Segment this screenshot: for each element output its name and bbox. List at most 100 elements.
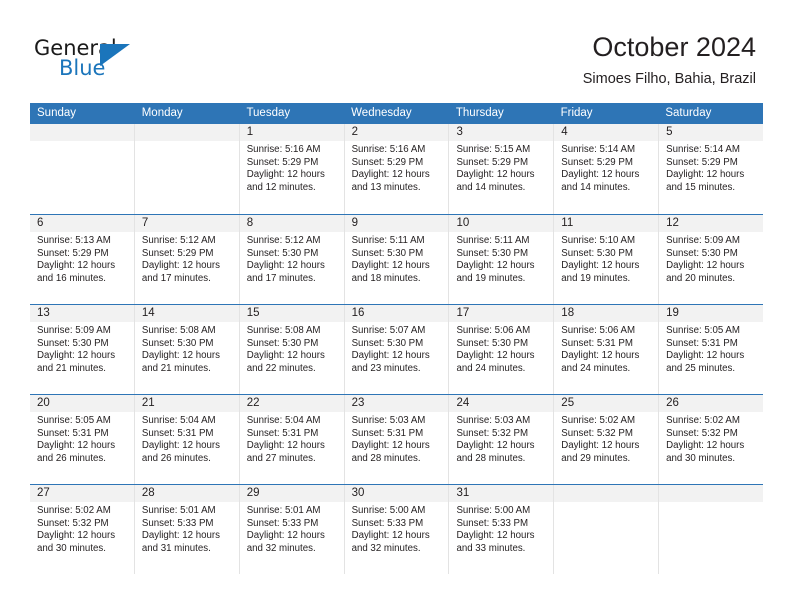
day-number: 1 [239, 124, 344, 141]
calendar-week-row: 20 Sunrise: 5:05 AM Sunset: 5:31 PM Dayligh… [30, 394, 764, 484]
page-header: General Blue October 2024 Simoes Filho, … [0, 0, 792, 100]
calendar-day-cell[interactable]: 30 Sunrise: 5:00 AM Sunset: 5:33 PM Dayligh… [344, 485, 450, 574]
calendar-day-cell-empty [659, 485, 764, 574]
sunset-text: Sunset: 5:31 PM [37, 427, 109, 439]
day-sun-info: Sunrise: 5:08 AM Sunset: 5:30 PM Daylight:… [240, 322, 344, 375]
day-number: 26 [659, 395, 764, 412]
sunset-text: Sunset: 5:32 PM [37, 517, 109, 529]
calendar-day-cell-empty [134, 124, 240, 214]
day-sun-info: Sunrise: 5:03 AM Sunset: 5:31 PM Daylight:… [345, 412, 449, 465]
calendar-day-cell[interactable]: 29 Sunrise: 5:01 AM Sunset: 5:33 PM Dayligh… [239, 485, 345, 574]
weekday-header-row: Sunday Monday Tuesday Wednesday Thursday… [30, 103, 763, 124]
sunrise-text: Sunrise: 5:10 AM [561, 235, 636, 246]
calendar-day-cell[interactable]: 25 Sunrise: 5:02 AM Sunset: 5:32 PM Dayligh… [554, 395, 660, 484]
calendar-day-cell[interactable]: 23 Sunrise: 5:03 AM Sunset: 5:31 PM Dayligh… [344, 395, 450, 484]
calendar-day-cell[interactable]: 12 Sunrise: 5:09 AM Sunset: 5:30 PM Dayligh… [659, 215, 764, 304]
daylight-text: Daylight: 12 hours and 21 minutes. [37, 350, 116, 374]
daylight-text: Daylight: 12 hours and 20 minutes. [666, 260, 745, 284]
daylight-text: Daylight: 12 hours and 32 minutes. [351, 530, 430, 554]
calendar-day-cell[interactable]: 24 Sunrise: 5:03 AM Sunset: 5:32 PM Dayligh… [449, 395, 555, 484]
day-number: 18 [554, 305, 659, 322]
day-sun-info: Sunrise: 5:12 AM Sunset: 5:29 PM Daylight:… [135, 232, 239, 285]
day-number: 19 [659, 305, 764, 322]
day-number: 20 [30, 395, 134, 412]
day-number: 3 [449, 124, 554, 141]
calendar-day-cell[interactable]: 19 Sunrise: 5:05 AM Sunset: 5:31 PM Dayligh… [659, 305, 764, 394]
sunset-text: Sunset: 5:29 PM [141, 247, 214, 259]
calendar-day-cell[interactable]: 20 Sunrise: 5:05 AM Sunset: 5:31 PM Dayligh… [30, 395, 135, 484]
calendar-day-cell[interactable]: 5 Sunrise: 5:14 AM Sunset: 5:29 PM Daylight… [659, 124, 764, 214]
sunset-text: Sunset: 5:31 PM [561, 337, 633, 349]
calendar-day-cell[interactable]: 22 Sunrise: 5:04 AM Sunset: 5:31 PM Dayligh… [239, 395, 345, 484]
sunset-text: Sunset: 5:30 PM [666, 247, 738, 259]
sunrise-text: Sunrise: 5:01 AM [246, 505, 321, 516]
day-number: 22 [239, 395, 344, 412]
calendar-day-cell[interactable]: 2 Sunrise: 5:16 AM Sunset: 5:29 PM Daylight… [344, 124, 450, 214]
day-number: 7 [134, 215, 239, 232]
sunrise-text: Sunrise: 5:11 AM [456, 235, 530, 246]
calendar-day-cell[interactable]: 13 Sunrise: 5:09 AM Sunset: 5:30 PM Dayligh… [30, 305, 135, 394]
calendar-day-cell[interactable]: 16 Sunrise: 5:07 AM Sunset: 5:30 PM Dayligh… [344, 305, 450, 394]
calendar-day-cell[interactable]: 9 Sunrise: 5:11 AM Sunset: 5:30 PM Daylight… [344, 215, 450, 304]
sunset-text: Sunset: 5:29 PM [456, 156, 529, 168]
sunset-text: Sunset: 5:30 PM [456, 247, 529, 259]
day-number: 25 [554, 395, 659, 412]
calendar-day-cell[interactable]: 4 Sunrise: 5:14 AM Sunset: 5:29 PM Daylight… [554, 124, 660, 214]
sunset-text: Sunset: 5:29 PM [666, 156, 738, 168]
sunset-text: Sunset: 5:30 PM [37, 337, 109, 349]
sunrise-text: Sunrise: 5:01 AM [141, 505, 216, 516]
day-sun-info: Sunrise: 5:05 AM Sunset: 5:31 PM Daylight:… [659, 322, 763, 375]
sunset-text: Sunset: 5:30 PM [141, 337, 214, 349]
calendar-week-row: 1 Sunrise: 5:16 AM Sunset: 5:29 PM Daylight… [30, 124, 764, 214]
daylight-text: Daylight: 12 hours and 31 minutes. [141, 530, 220, 554]
day-number: 13 [30, 305, 134, 322]
sunrise-text: Sunrise: 5:05 AM [666, 325, 740, 336]
calendar-day-cell[interactable]: 28 Sunrise: 5:01 AM Sunset: 5:33 PM Dayligh… [134, 485, 240, 574]
day-number: 9 [344, 215, 449, 232]
day-sun-info: Sunrise: 5:00 AM Sunset: 5:33 PM Daylight:… [449, 502, 553, 555]
calendar-day-cell[interactable]: 3 Sunrise: 5:15 AM Sunset: 5:29 PM Daylight… [449, 124, 555, 214]
day-number: 31 [449, 485, 554, 502]
sunset-text: Sunset: 5:31 PM [666, 337, 738, 349]
calendar-day-cell[interactable]: 15 Sunrise: 5:08 AM Sunset: 5:30 PM Dayligh… [239, 305, 345, 394]
calendar-weeks: 1 Sunrise: 5:16 AM Sunset: 5:29 PM Daylight… [30, 124, 764, 574]
day-sun-info: Sunrise: 5:02 AM Sunset: 5:32 PM Daylight:… [30, 502, 134, 555]
sunrise-text: Sunrise: 5:08 AM [141, 325, 216, 336]
daylight-text: Daylight: 12 hours and 14 minutes. [561, 169, 640, 193]
daylight-text: Daylight: 12 hours and 18 minutes. [351, 260, 430, 284]
sunset-text: Sunset: 5:30 PM [561, 247, 633, 259]
calendar-day-cell[interactable]: 7 Sunrise: 5:12 AM Sunset: 5:29 PM Daylight… [134, 215, 240, 304]
calendar-day-cell[interactable]: 31 Sunrise: 5:00 AM Sunset: 5:33 PM Dayligh… [449, 485, 555, 574]
calendar-day-cell[interactable]: 18 Sunrise: 5:06 AM Sunset: 5:31 PM Dayligh… [554, 305, 660, 394]
calendar-day-cell[interactable]: 27 Sunrise: 5:02 AM Sunset: 5:32 PM Dayligh… [30, 485, 135, 574]
calendar-day-cell[interactable]: 14 Sunrise: 5:08 AM Sunset: 5:30 PM Dayligh… [134, 305, 240, 394]
day-sun-info: Sunrise: 5:03 AM Sunset: 5:32 PM Daylight:… [449, 412, 553, 465]
calendar-day-cell[interactable]: 11 Sunrise: 5:10 AM Sunset: 5:30 PM Dayligh… [554, 215, 660, 304]
day-number: 10 [449, 215, 554, 232]
calendar-day-cell[interactable]: 10 Sunrise: 5:11 AM Sunset: 5:30 PM Dayligh… [449, 215, 555, 304]
sunset-text: Sunset: 5:30 PM [246, 337, 319, 349]
calendar-day-cell[interactable]: 26 Sunrise: 5:02 AM Sunset: 5:32 PM Dayligh… [659, 395, 764, 484]
calendar-week-row: 27 Sunrise: 5:02 AM Sunset: 5:32 PM Dayligh… [30, 484, 764, 574]
calendar-day-cell[interactable]: 1 Sunrise: 5:16 AM Sunset: 5:29 PM Daylight… [239, 124, 345, 214]
daylight-text: Daylight: 12 hours and 30 minutes. [666, 440, 745, 464]
sunrise-text: Sunrise: 5:06 AM [456, 325, 531, 336]
calendar-day-cell[interactable]: 6 Sunrise: 5:13 AM Sunset: 5:29 PM Daylight… [30, 215, 135, 304]
weekday-tuesday: Tuesday [246, 107, 291, 119]
calendar-week-row: 13 Sunrise: 5:09 AM Sunset: 5:30 PM Dayligh… [30, 304, 764, 394]
calendar-day-cell[interactable]: 21 Sunrise: 5:04 AM Sunset: 5:31 PM Dayligh… [134, 395, 240, 484]
day-number: 29 [239, 485, 344, 502]
daylight-text: Daylight: 12 hours and 19 minutes. [456, 260, 535, 284]
sunrise-text: Sunrise: 5:09 AM [37, 325, 111, 336]
daylight-text: Daylight: 12 hours and 15 minutes. [666, 169, 745, 193]
sunset-text: Sunset: 5:32 PM [666, 427, 738, 439]
sunset-text: Sunset: 5:29 PM [246, 156, 319, 168]
calendar-day-cell[interactable]: 17 Sunrise: 5:06 AM Sunset: 5:30 PM Dayligh… [449, 305, 555, 394]
daylight-text: Daylight: 12 hours and 16 minutes. [37, 260, 116, 284]
day-number: 24 [449, 395, 554, 412]
sunset-text: Sunset: 5:29 PM [561, 156, 633, 168]
sunset-text: Sunset: 5:31 PM [141, 427, 214, 439]
calendar-day-cell[interactable]: 8 Sunrise: 5:12 AM Sunset: 5:30 PM Daylight… [239, 215, 345, 304]
day-number: 6 [30, 215, 134, 232]
daylight-text: Daylight: 12 hours and 23 minutes. [351, 350, 430, 374]
